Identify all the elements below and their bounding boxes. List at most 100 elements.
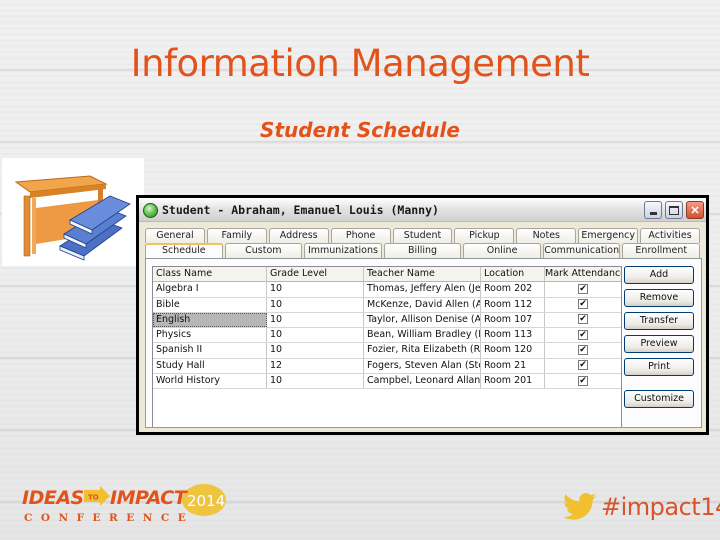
print-button[interactable]: Print (624, 358, 694, 376)
tab-custom[interactable]: Custom (224, 243, 303, 258)
column-header-grade-level[interactable]: Grade Level (267, 267, 364, 282)
action-buttons: Add Remove Transfer Preview Print Custom… (624, 266, 696, 413)
attendance-checkbox[interactable]: ✔ (578, 283, 588, 294)
column-header-mark-attendance[interactable]: Mark Attendance (545, 267, 621, 281)
attendance-checkbox[interactable]: ✔ (578, 314, 588, 325)
tab-general[interactable]: General (145, 228, 205, 243)
tab-enrollment[interactable]: Enrollment (622, 243, 701, 258)
tab-phone[interactable]: Phone (330, 228, 391, 243)
tab-pickup[interactable]: Pickup (454, 228, 515, 243)
tab-family[interactable]: Family (206, 228, 267, 243)
close-button[interactable]: ✕ (686, 201, 704, 219)
class-name-cell-selected[interactable]: English (153, 312, 267, 328)
teacher-name-cell[interactable]: Bean, William Bradley (Brad) (364, 328, 481, 343)
tab-billing[interactable]: Billing (383, 243, 462, 258)
location-cell[interactable]: Room 120 (481, 343, 545, 358)
grade-level-cell[interactable]: 10 (267, 328, 364, 343)
tab-immunizations[interactable]: Immunizations (304, 243, 382, 258)
maximize-icon (669, 205, 679, 215)
desk-and-books-icon (2, 158, 144, 266)
grade-level-cell[interactable]: 12 (267, 358, 364, 374)
table-row[interactable]: World History 10 Campbel, Leonard Allan … (153, 374, 621, 390)
column-header-location[interactable]: Location (481, 267, 545, 282)
column-header-teacher-name[interactable]: Teacher Name (364, 267, 481, 282)
class-name-cell[interactable]: Study Hall (153, 358, 267, 374)
hashtag-text[interactable]: #impact14 (601, 493, 720, 521)
slide-title: Information Management (130, 42, 590, 85)
location-cell[interactable]: Room 201 (481, 374, 545, 389)
preview-button[interactable]: Preview (624, 335, 694, 353)
grade-level-cell[interactable]: 10 (267, 282, 364, 297)
attendance-checkbox[interactable]: ✔ (578, 360, 588, 371)
class-name-cell[interactable]: Physics (153, 328, 267, 343)
tab-notes[interactable]: Notes (516, 228, 577, 243)
teacher-name-cell[interactable]: McKenze, David Allen (Allen) (364, 297, 481, 312)
table-row[interactable]: Algebra I 10 Thomas, Jeffery Alen (Jeff)… (153, 282, 621, 298)
class-name-cell[interactable]: Spanish II (153, 343, 267, 358)
attendance-cell: ✔ (545, 313, 621, 327)
grade-level-cell[interactable]: 10 (267, 297, 364, 312)
tab-emergency[interactable]: Emergency (578, 228, 639, 243)
tab-schedule[interactable]: Schedule (145, 243, 223, 258)
attendance-cell: ✔ (545, 359, 621, 373)
tab-online[interactable]: Online (463, 243, 541, 258)
ideas-to-impact-logo: IDEAS TO IMPACT 2014 CONFERENCE (22, 484, 232, 524)
location-cell[interactable]: Room 21 (481, 358, 545, 374)
tab-student[interactable]: Student (392, 228, 453, 243)
close-icon: ✕ (690, 204, 700, 217)
remove-button[interactable]: Remove (624, 289, 694, 307)
window-title: Student - Abraham, Emanuel Louis (Manny) (162, 203, 439, 217)
teacher-name-cell[interactable]: Fozier, Rita Elizabeth (Rita) (364, 343, 481, 358)
table-header: Class Name Grade Level Teacher Name Loca… (153, 267, 621, 283)
logo-year: 2014 (187, 492, 225, 510)
location-cell[interactable]: Room 112 (481, 297, 545, 312)
transfer-button[interactable]: Transfer (624, 312, 694, 330)
logo-word-ideas: IDEAS (22, 487, 84, 509)
grade-level-cell[interactable]: 10 (267, 343, 364, 358)
schedule-panel: Class Name Grade Level Teacher Name Loca… (145, 258, 702, 428)
attendance-checkbox[interactable]: ✔ (578, 329, 588, 340)
attendance-checkbox[interactable]: ✔ (578, 375, 588, 386)
teacher-name-cell[interactable]: Thomas, Jeffery Alen (Jeff) (364, 282, 481, 297)
location-cell[interactable]: Room 113 (481, 328, 545, 343)
attendance-cell: ✔ (545, 328, 621, 342)
attendance-cell: ✔ (545, 298, 621, 312)
attendance-cell: ✔ (545, 343, 621, 357)
student-window: Student - Abraham, Emanuel Louis (Manny)… (136, 195, 709, 435)
window-titlebar[interactable]: Student - Abraham, Emanuel Louis (Manny)… (139, 198, 706, 222)
table-row[interactable]: English 10 Taylor, Allison Denise (Allis… (153, 312, 621, 329)
teacher-name-cell[interactable]: Fogers, Steven Alan (Steve) (364, 358, 481, 374)
tab-communication[interactable]: Communication (542, 243, 621, 258)
customize-button[interactable]: Customize (624, 390, 694, 408)
logo-word-to: TO (88, 494, 99, 502)
location-cell[interactable]: Room 202 (481, 282, 545, 297)
grade-level-cell[interactable]: 10 (267, 374, 364, 389)
minimize-button[interactable] (644, 201, 662, 219)
schedule-table: Class Name Grade Level Teacher Name Loca… (152, 266, 622, 427)
attendance-cell: ✔ (545, 374, 621, 388)
hashtag-block: #impact14 (563, 493, 720, 521)
minimize-icon (649, 212, 657, 215)
teacher-name-cell[interactable]: Campbel, Leonard Allan (L (364, 374, 481, 389)
attendance-checkbox[interactable]: ✔ (578, 299, 588, 310)
app-icon (143, 203, 158, 218)
table-row[interactable]: Spanish II 10 Fozier, Rita Elizabeth (Ri… (153, 343, 621, 359)
add-button[interactable]: Add (624, 266, 694, 284)
table-row[interactable]: Physics 10 Bean, William Bradley (Brad) … (153, 328, 621, 344)
location-cell[interactable]: Room 107 (481, 312, 545, 328)
attendance-cell: ✔ (545, 282, 621, 296)
attendance-checkbox[interactable]: ✔ (578, 344, 588, 355)
teacher-name-cell[interactable]: Taylor, Allison Denise (Allison) (364, 312, 481, 328)
table-row[interactable]: Study Hall 12 Fogers, Steven Alan (Steve… (153, 358, 621, 375)
column-header-class-name[interactable]: Class Name (153, 267, 267, 282)
class-name-cell[interactable]: Bible (153, 297, 267, 312)
class-name-cell[interactable]: Algebra I (153, 282, 267, 297)
tab-row-1: General Family Address Phone Student Pic… (145, 228, 702, 243)
class-name-cell[interactable]: World History (153, 374, 267, 389)
table-row[interactable]: Bible 10 McKenze, David Allen (Allen) Ro… (153, 297, 621, 313)
tab-activities[interactable]: Activities (640, 228, 701, 243)
twitter-bird-icon (563, 493, 597, 520)
grade-level-cell[interactable]: 10 (267, 312, 364, 328)
tab-address[interactable]: Address (268, 228, 329, 243)
maximize-button[interactable] (665, 201, 683, 219)
